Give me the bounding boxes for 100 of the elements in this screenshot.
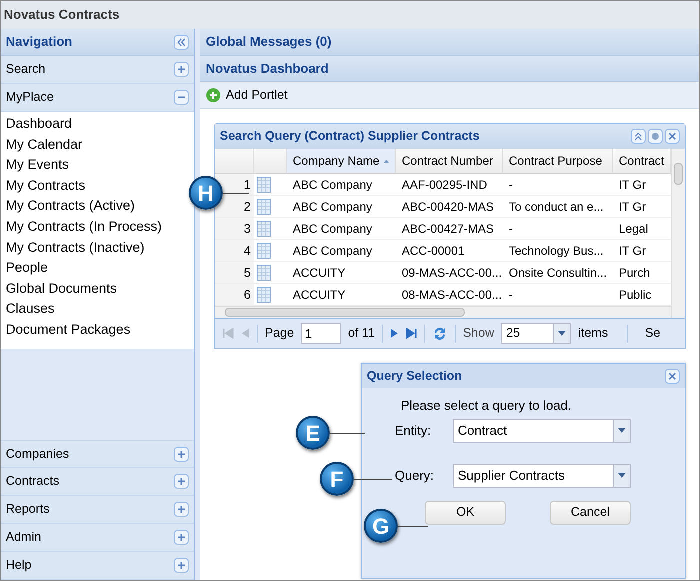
- table-cell-text: ACCUITY: [292, 287, 347, 304]
- column-header[interactable]: Contract Purpose: [503, 149, 613, 173]
- vertical-scrollbar[interactable]: [671, 149, 685, 318]
- table-cell-text: ABC-00420-MAS: [401, 199, 496, 216]
- table-cell-text: IT Gr: [618, 243, 648, 260]
- table-cell-text: ABC-00427-MAS: [401, 221, 496, 238]
- nav-item[interactable]: People: [6, 258, 48, 279]
- next-page-icon[interactable]: [390, 328, 400, 339]
- expand-icon[interactable]: [174, 530, 189, 545]
- table-cell-text: AAF-00295-IND: [401, 177, 488, 194]
- collapse-up-icon[interactable]: [631, 129, 646, 144]
- table-cell-text: Purch: [618, 265, 652, 282]
- table-cell-text: ABC Company: [292, 221, 374, 238]
- grid-row-icon[interactable]: [256, 286, 271, 302]
- expand-icon[interactable]: [174, 502, 189, 517]
- column-header[interactable]: Company Name: [287, 149, 396, 173]
- nav-section-header[interactable]: Companies: [1, 440, 194, 468]
- grid-row-icon[interactable]: [256, 198, 271, 214]
- expand-icon[interactable]: [174, 558, 189, 573]
- expand-icon[interactable]: [174, 446, 189, 462]
- dropdown-field[interactable]: Supplier Contracts: [453, 464, 631, 488]
- grid-row-icon[interactable]: [256, 220, 271, 236]
- grid-row-icon[interactable]: [256, 176, 271, 192]
- close-icon[interactable]: [665, 368, 680, 384]
- page-input[interactable]: 1: [301, 323, 342, 344]
- table-cell-text: 08-MAS-ACC-00...: [401, 287, 503, 304]
- table-cell-text: ABC Company: [292, 177, 374, 194]
- horizontal-scrollbar[interactable]: [215, 306, 671, 318]
- nav-item[interactable]: Global Documents: [6, 278, 118, 300]
- nav-section-header[interactable]: Search: [1, 56, 194, 84]
- nav-section-header[interactable]: Admin: [1, 524, 194, 552]
- nav-item[interactable]: My Events: [6, 155, 70, 176]
- column-header[interactable]: Contract Number: [396, 149, 503, 173]
- pager-cut-text: Se: [645, 325, 661, 342]
- chevron-down-icon: [618, 428, 626, 433]
- page-label: Page: [265, 325, 294, 342]
- last-page-icon[interactable]: [406, 328, 418, 339]
- nav-item[interactable]: Dashboard: [6, 114, 72, 135]
- table-cell-text: IT Gr: [618, 177, 648, 194]
- cancel-button[interactable]: Cancel: [550, 500, 631, 524]
- nav-item[interactable]: My Contracts (In Process): [6, 216, 162, 238]
- show-label: Show: [463, 325, 494, 342]
- nav-section-header[interactable]: Reports: [1, 496, 194, 524]
- page-count: of 11: [348, 325, 376, 342]
- ok-button[interactable]: OK: [425, 500, 506, 524]
- row-number: 3: [215, 218, 254, 239]
- leader-line: [354, 478, 392, 480]
- callout-badge: E: [296, 416, 330, 450]
- portlet-title: Search Query (Contract) Supplier Contracts: [220, 128, 480, 146]
- table-cell-text: ABC Company: [292, 199, 374, 216]
- table-cell-text: Technology Bus...: [508, 243, 605, 260]
- row-number: 6: [215, 284, 254, 305]
- dialog-title: Query Selection: [367, 368, 462, 385]
- table-cell-text: Onsite Consultin...: [508, 265, 608, 282]
- window-title: Novatus Contracts: [1, 1, 699, 29]
- table-cell-text: -: [508, 177, 514, 194]
- table-cell-text: ACC-00001: [401, 243, 466, 260]
- nav-item[interactable]: My Calendar: [6, 134, 83, 156]
- nav-section-header[interactable]: Contracts: [1, 468, 194, 496]
- row-number: 4: [215, 240, 254, 261]
- field-label: Query:: [395, 466, 436, 485]
- field-label: Entity:: [395, 422, 432, 440]
- row-number: 5: [215, 262, 254, 283]
- nav-section-header[interactable]: MyPlace: [1, 84, 194, 112]
- nav-item[interactable]: My Contracts (Active): [6, 196, 136, 217]
- grid-row-icon[interactable]: [256, 264, 271, 280]
- table-cell-text: -: [508, 221, 514, 238]
- nav-item[interactable]: Document Packages: [6, 320, 131, 341]
- add-portlet-button[interactable]: Add Portlet: [206, 86, 288, 104]
- nav-section-header[interactable]: Help: [1, 552, 194, 580]
- table-cell-text: 09-MAS-ACC-00...: [401, 265, 503, 282]
- items-label: items: [578, 325, 608, 342]
- leader-line: [330, 432, 365, 434]
- collapse-panel-icon[interactable]: [174, 34, 189, 50]
- add-icon: [206, 88, 221, 102]
- panel-title: Navigation: [6, 33, 72, 52]
- page-size-select[interactable]: 25: [501, 323, 572, 344]
- table-cell-text: ABC Company: [292, 243, 374, 260]
- leader-line: [223, 192, 249, 194]
- collapse-icon[interactable]: [174, 90, 189, 105]
- dialog-prompt: Please select a query to load.: [401, 397, 573, 415]
- expand-icon[interactable]: [174, 62, 189, 77]
- global-messages-header[interactable]: Global Messages (0): [200, 29, 699, 56]
- chevron-down-icon: [618, 473, 626, 478]
- table-cell-text: Legal: [618, 221, 650, 238]
- callout-badge: F: [320, 462, 354, 496]
- row-number: 2: [215, 196, 254, 217]
- table-cell-text: ACCUITY: [292, 265, 347, 282]
- table-cell-text: To conduct an e...: [508, 199, 605, 216]
- table-cell-text: Public: [618, 287, 653, 304]
- chevron-down-icon: [558, 331, 566, 336]
- table-cell-text: IT Gr: [618, 199, 648, 216]
- nav-item[interactable]: My Contracts: [6, 176, 86, 196]
- close-icon[interactable]: [665, 129, 680, 144]
- dashboard-header: Novatus Dashboard: [200, 56, 699, 82]
- nav-item[interactable]: Clauses: [6, 299, 55, 320]
- dropdown-field[interactable]: Contract: [453, 418, 631, 442]
- nav-item[interactable]: My Contracts (Inactive): [6, 238, 145, 258]
- expand-icon[interactable]: [174, 474, 189, 489]
- grid-row-icon[interactable]: [256, 242, 271, 258]
